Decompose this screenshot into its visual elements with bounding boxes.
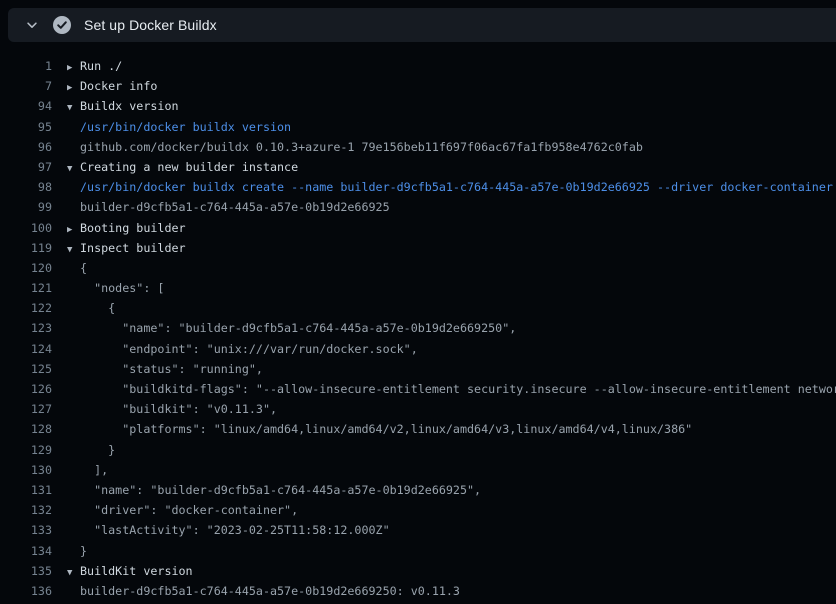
log-line: 119▼Inspect builder (0, 238, 836, 258)
log-text: builder-d9cfb5a1-c764-445a-a57e-0b19d2e6… (80, 581, 460, 601)
log-line: 98/usr/bin/docker buildx create --name b… (0, 177, 836, 197)
group-toggle-icon[interactable]: ▶ (52, 58, 80, 78)
log-line: 133 "lastActivity": "2023-02-25T11:58:12… (0, 520, 836, 540)
log-line: 125 "status": "running", (0, 359, 836, 379)
log-text: "endpoint": "unix:///var/run/docker.sock… (80, 339, 418, 359)
line-number[interactable]: 129 (0, 440, 52, 460)
log-text: /usr/bin/docker buildx version (80, 117, 291, 137)
log-text: ], (80, 460, 108, 480)
log-line: 129 } (0, 440, 836, 460)
log-line: 136 builder-d9cfb5a1-c764-445a-a57e-0b19d… (0, 581, 836, 601)
line-number[interactable]: 124 (0, 339, 52, 359)
log-text: "platforms": "linux/amd64,linux/amd64/v2… (80, 419, 692, 439)
log-line: 128 "platforms": "linux/amd64,linux/amd6… (0, 419, 836, 439)
log-text[interactable]: Inspect builder (80, 238, 186, 258)
line-number[interactable]: 131 (0, 480, 52, 500)
line-number[interactable]: 123 (0, 318, 52, 338)
line-number[interactable]: 120 (0, 258, 52, 278)
log-text: "lastActivity": "2023-02-25T11:58:12.000… (80, 520, 390, 540)
line-number[interactable]: 126 (0, 379, 52, 399)
log-line: 94▼Buildx version (0, 96, 836, 116)
log-text: } (80, 440, 115, 460)
line-number[interactable]: 100 (0, 218, 52, 238)
group-toggle-icon[interactable]: ▼ (52, 563, 80, 583)
log-line: 7▶Docker info (0, 76, 836, 96)
line-number[interactable]: 122 (0, 298, 52, 318)
log-line: 121 "nodes": [ (0, 278, 836, 298)
line-number[interactable]: 128 (0, 419, 52, 439)
log-line: 134} (0, 541, 836, 561)
log-text: "driver": "docker-container", (80, 500, 298, 520)
chevron-down-icon[interactable] (24, 17, 40, 33)
log-text: "nodes": [ (80, 278, 164, 298)
line-number[interactable]: 7 (0, 76, 52, 96)
group-toggle-icon[interactable]: ▶ (52, 220, 80, 240)
log-text: "status": "running", (80, 359, 263, 379)
line-number[interactable]: 133 (0, 520, 52, 540)
line-number[interactable]: 127 (0, 399, 52, 419)
log-text[interactable]: BuildKit version (80, 561, 193, 581)
log-line: 123 "name": "builder-d9cfb5a1-c764-445a-… (0, 318, 836, 338)
log-text[interactable]: Docker info (80, 76, 157, 96)
step-header[interactable]: Set up Docker Buildx (8, 8, 836, 42)
log-line: 130 ], (0, 460, 836, 480)
log-line: 135▼BuildKit version (0, 561, 836, 581)
log-text: /usr/bin/docker buildx create --name bui… (80, 177, 833, 197)
log-line: 122 { (0, 298, 836, 318)
line-number[interactable]: 135 (0, 561, 52, 581)
line-number[interactable]: 130 (0, 460, 52, 480)
line-number[interactable]: 96 (0, 137, 52, 157)
log-text[interactable]: Run ./ (80, 56, 122, 76)
log-text: "name": "builder-d9cfb5a1-c764-445a-a57e… (80, 318, 516, 338)
log-line: 131 "name": "builder-d9cfb5a1-c764-445a-… (0, 480, 836, 500)
log-line: 97▼Creating a new builder instance (0, 157, 836, 177)
line-number[interactable]: 121 (0, 278, 52, 298)
check-circle-icon (53, 16, 71, 34)
group-toggle-icon[interactable]: ▼ (52, 240, 80, 260)
log-text: builder-d9cfb5a1-c764-445a-a57e-0b19d2e6… (80, 197, 390, 217)
log-text: { (80, 298, 115, 318)
log-text: "buildkitd-flags": "--allow-insecure-ent… (80, 379, 836, 399)
line-number[interactable]: 1 (0, 56, 52, 76)
log-line: 126 "buildkitd-flags": "--allow-insecure… (0, 379, 836, 399)
log-text: } (80, 541, 87, 561)
log-line: 100▶Booting builder (0, 218, 836, 238)
line-number[interactable]: 125 (0, 359, 52, 379)
line-number[interactable]: 95 (0, 117, 52, 137)
log-text: github.com/docker/buildx 0.10.3+azure-1 … (80, 137, 643, 157)
line-number[interactable]: 97 (0, 157, 52, 177)
group-toggle-icon[interactable]: ▼ (52, 159, 80, 179)
log-text: "name": "builder-d9cfb5a1-c764-445a-a57e… (80, 480, 481, 500)
log-line: 124 "endpoint": "unix:///var/run/docker.… (0, 339, 836, 359)
log-line: 99 builder-d9cfb5a1-c764-445a-a57e-0b19d2… (0, 197, 836, 217)
log-text: { (80, 258, 87, 278)
log-text[interactable]: Buildx version (80, 96, 179, 116)
log-line: 127 "buildkit": "v0.11.3", (0, 399, 836, 419)
line-number[interactable]: 94 (0, 96, 52, 116)
log-line: 132 "driver": "docker-container", (0, 500, 836, 520)
line-number[interactable]: 134 (0, 541, 52, 561)
step-title: Set up Docker Buildx (84, 17, 217, 33)
line-number[interactable]: 98 (0, 177, 52, 197)
log-line: 120 { (0, 258, 836, 278)
line-number[interactable]: 132 (0, 500, 52, 520)
line-number[interactable]: 99 (0, 197, 52, 217)
group-toggle-icon[interactable]: ▶ (52, 78, 80, 98)
log-line: 96 github.com/docker/buildx 0.10.3+azure-… (0, 137, 836, 157)
group-toggle-icon[interactable]: ▼ (52, 98, 80, 118)
log-lines: 1▶Run ./ 7▶Docker info 94▼Buildx version… (0, 56, 836, 601)
log-text: "buildkit": "v0.11.3", (80, 399, 277, 419)
log-text[interactable]: Booting builder (80, 218, 186, 238)
log-text[interactable]: Creating a new builder instance (80, 157, 298, 177)
log-line: 95/usr/bin/docker buildx version (0, 117, 836, 137)
log-line: 1▶Run ./ (0, 56, 836, 76)
line-number[interactable]: 119 (0, 238, 52, 258)
line-number[interactable]: 136 (0, 581, 52, 601)
